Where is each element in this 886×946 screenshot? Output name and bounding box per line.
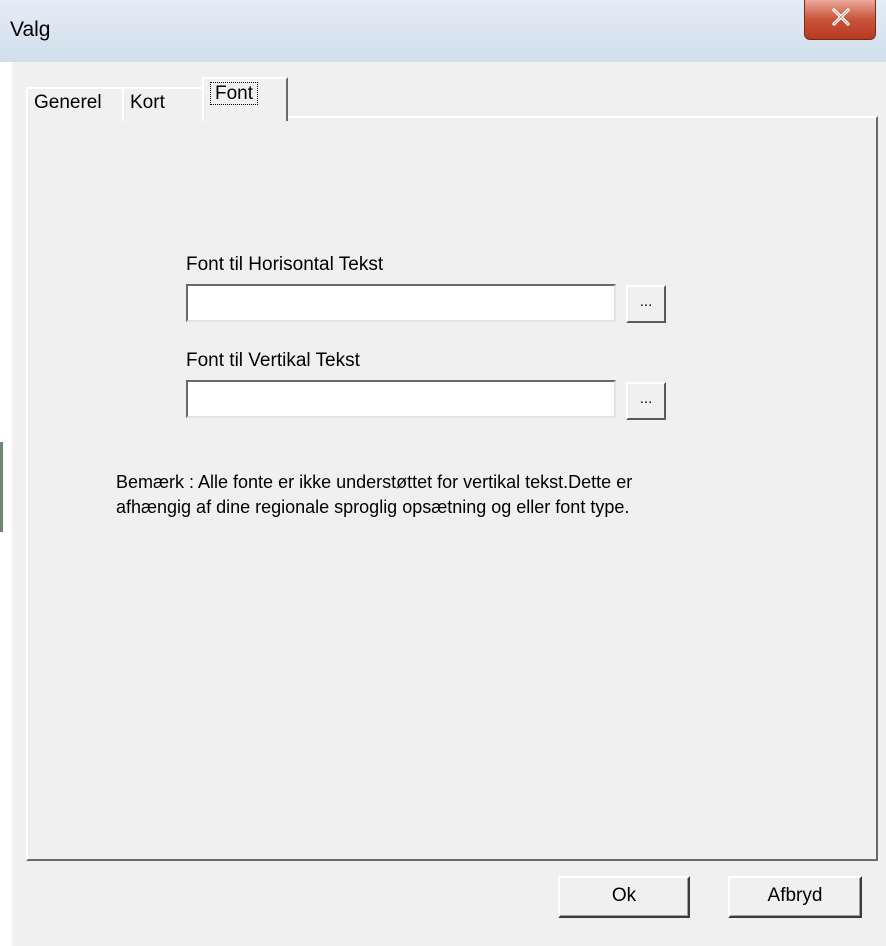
horizontal-font-input[interactable]: [186, 284, 616, 322]
close-icon: [832, 8, 850, 26]
vertical-font-label: Font til Vertikal Tekst: [186, 350, 360, 371]
vertical-font-browse-button[interactable]: ...: [626, 382, 666, 420]
tab-kort[interactable]: Kort: [122, 87, 204, 121]
note-line-1: Bemærk : Alle fonte er ikke understøttet…: [116, 472, 633, 492]
tab-generel[interactable]: Generel: [26, 87, 124, 121]
tab-font[interactable]: Font: [202, 77, 288, 121]
note-line-2: afhængig af dine regionale sproglig opsæ…: [116, 497, 630, 517]
title-bar: Valg: [0, 0, 886, 62]
background-window-edge: [0, 442, 3, 532]
ok-button[interactable]: Ok: [558, 876, 690, 918]
window-title: Valg: [10, 18, 51, 41]
cancel-button[interactable]: Afbryd: [728, 876, 862, 918]
font-support-note: Bemærk : Alle fonte er ikke understøttet…: [116, 470, 756, 520]
dialog-window: Valg Generel Kort Font Font til Horisont…: [0, 0, 886, 946]
vertical-font-input[interactable]: [186, 380, 616, 418]
horizontal-font-browse-button[interactable]: ...: [626, 285, 666, 323]
window-left-edge: [0, 62, 12, 946]
horizontal-font-label: Font til Horisontal Tekst: [186, 254, 384, 275]
close-button[interactable]: [804, 0, 876, 40]
tab-label: Generel: [34, 92, 102, 113]
tab-label: Kort: [130, 92, 165, 113]
tab-label: Font: [210, 82, 259, 105]
